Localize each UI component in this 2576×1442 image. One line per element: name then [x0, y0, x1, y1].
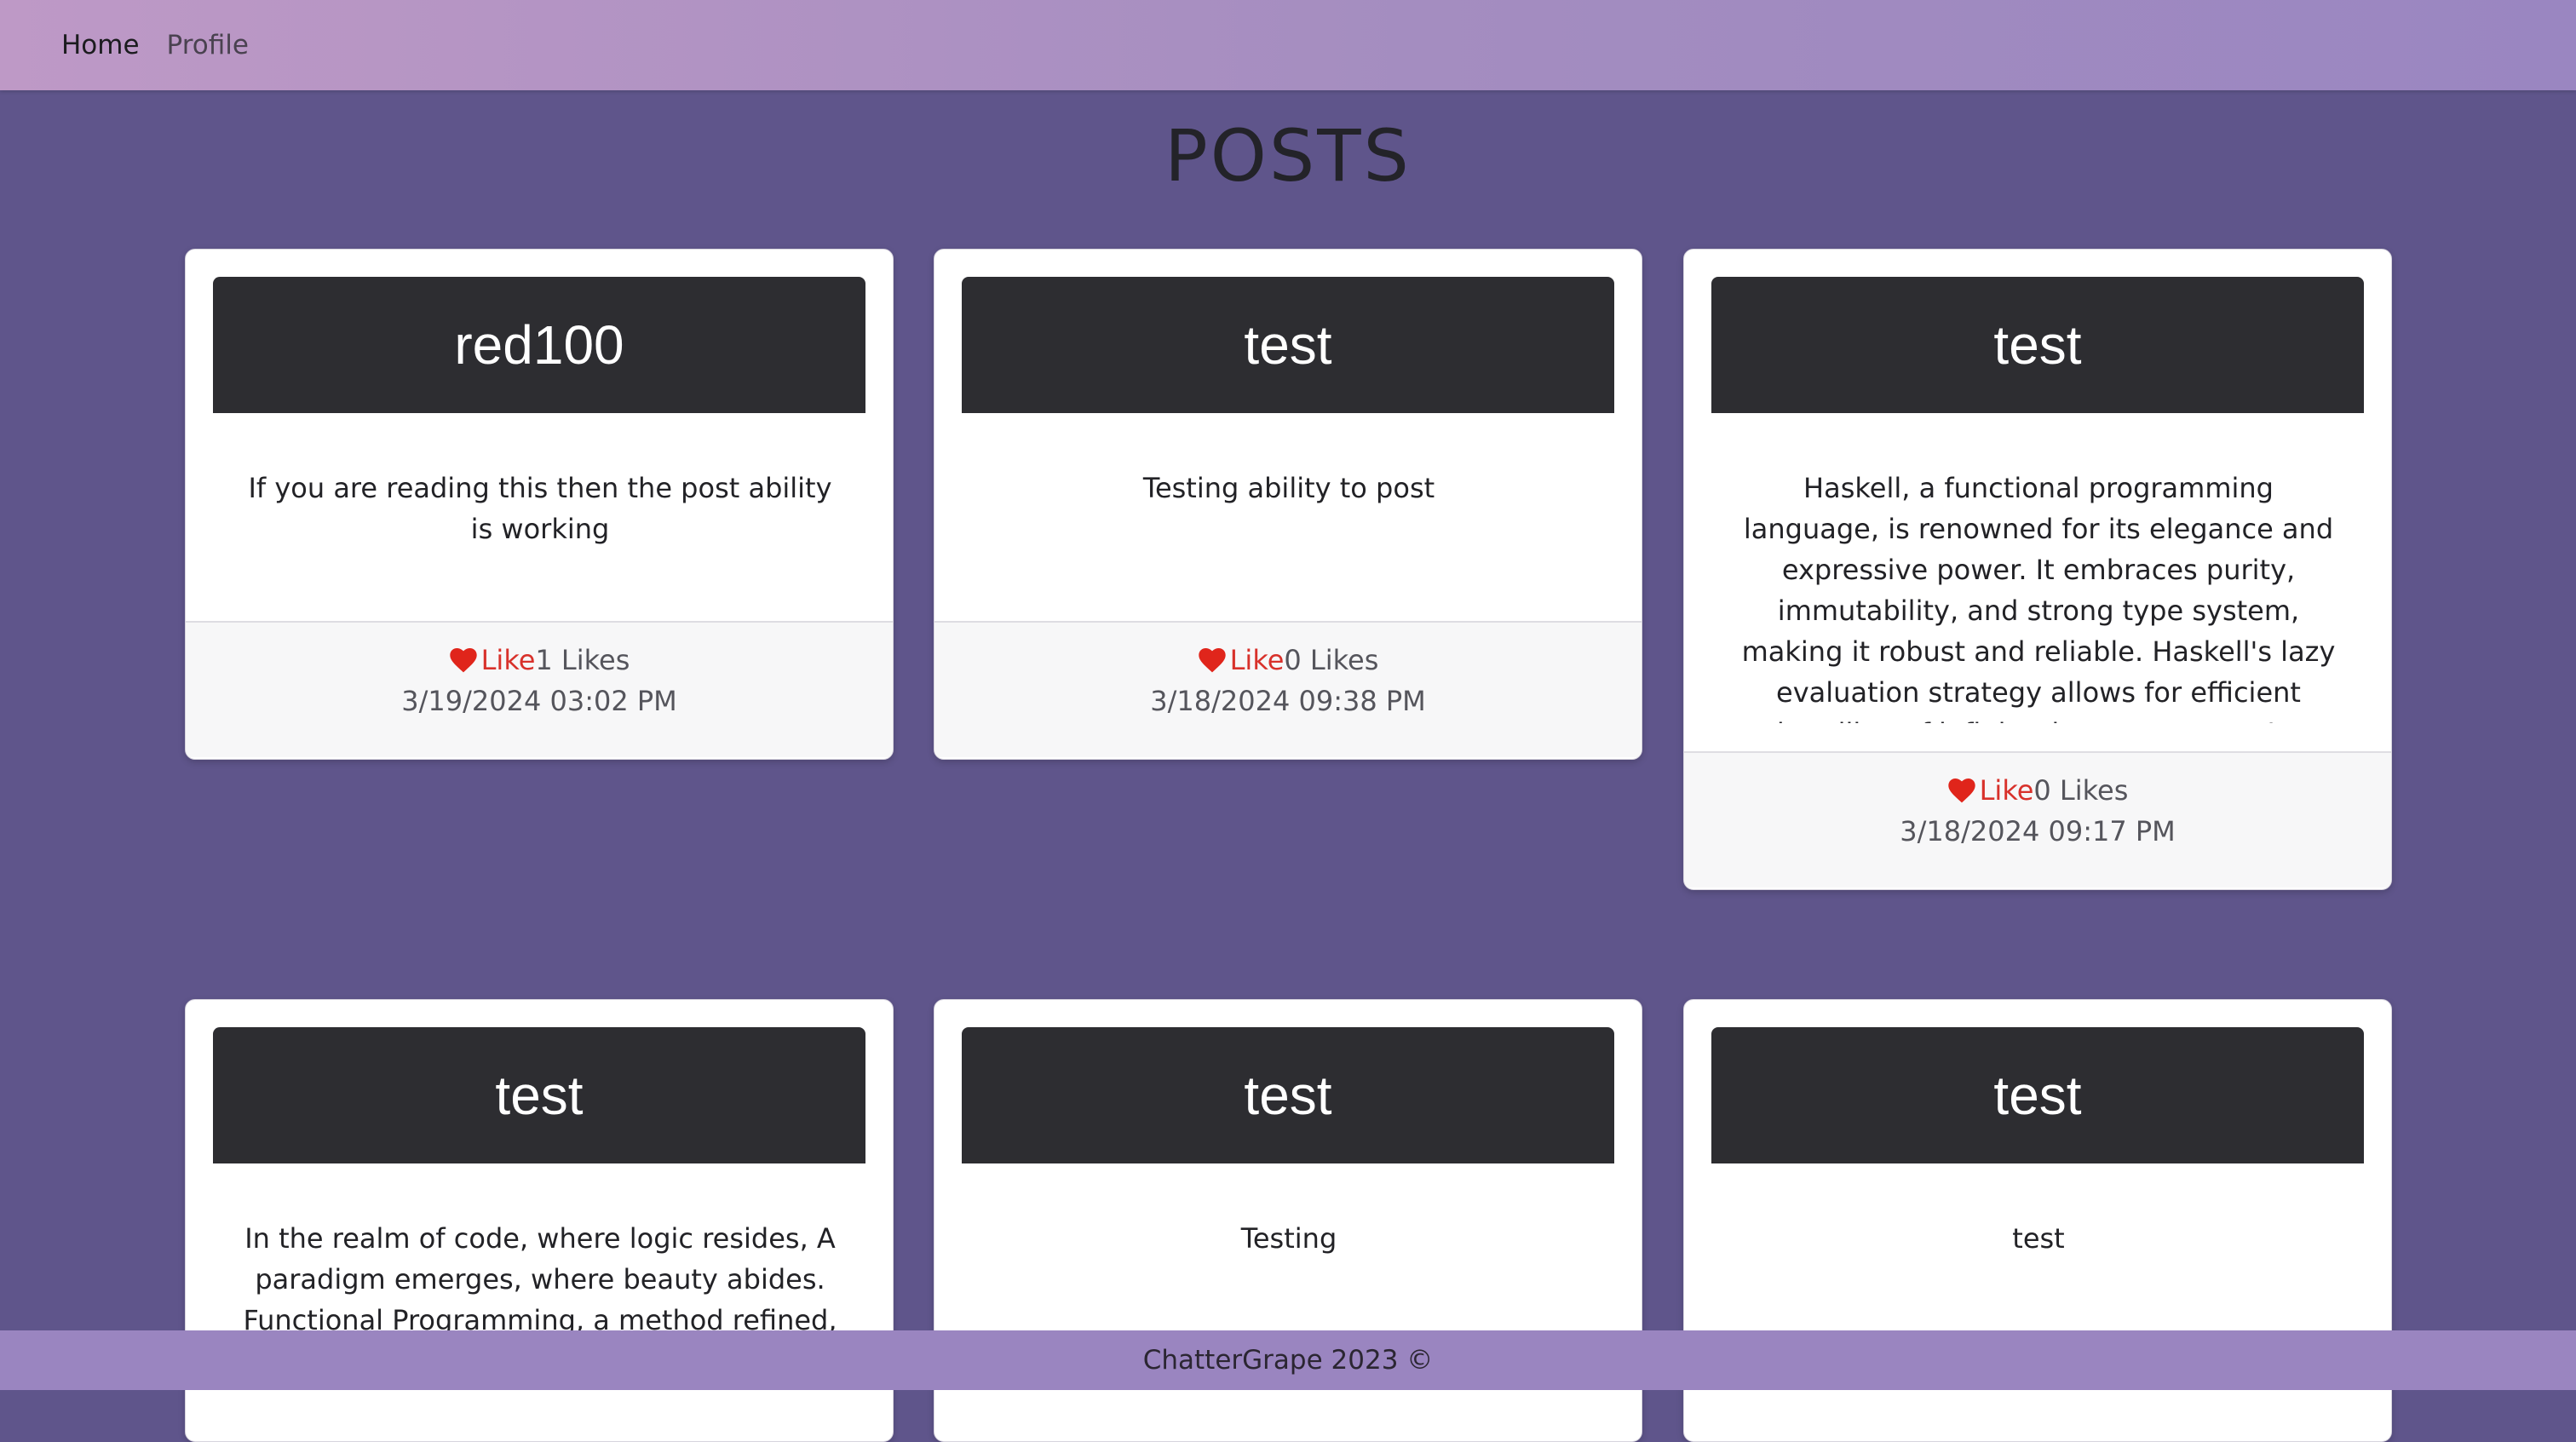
footer-text: ChatterGrape 2023 © [1142, 1345, 1434, 1376]
post-author: test [213, 1027, 865, 1163]
post-body: Haskell, a functional programming langua… [1741, 472, 2336, 723]
page-title: POSTS [1164, 114, 1412, 198]
heart-icon[interactable] [1198, 647, 1227, 673]
post-card: test Testing ability to post Like0 Likes… [934, 249, 1642, 760]
like-count: 0 Likes [2033, 774, 2129, 807]
post-author: test [962, 277, 1614, 413]
like-count: 0 Likes [1284, 644, 1379, 676]
heart-icon[interactable] [449, 647, 478, 673]
page-footer: ChatterGrape 2023 © [0, 1330, 2576, 1390]
like-count: 1 Likes [535, 644, 630, 676]
top-navbar: Home Profile [0, 0, 2576, 90]
post-body: Testing ability to post [1142, 472, 1435, 504]
post-author: test [962, 1027, 1614, 1163]
like-button[interactable]: Like [481, 644, 536, 676]
post-footer: Like0 Likes 3/18/2024 09:17 PM [1684, 751, 2391, 888]
like-button[interactable]: Like [1980, 774, 2034, 807]
nav-profile-link[interactable]: Profile [167, 30, 249, 60]
like-button[interactable]: Like [1230, 644, 1285, 676]
post-body: In the realm of code, where logic reside… [243, 1222, 837, 1336]
post-author: red100 [213, 277, 865, 413]
heart-icon[interactable] [1947, 778, 1976, 803]
post-footer: Like0 Likes 3/18/2024 09:38 PM [934, 621, 1642, 757]
post-card: test Haskell, a functional programming l… [1683, 249, 2392, 890]
post-date: 3/18/2024 09:17 PM [1900, 815, 2176, 847]
post-body: If you are reading this then the post ab… [248, 472, 832, 545]
post-author: test [1711, 277, 2364, 413]
post-body: test [2012, 1222, 2065, 1255]
post-body: Testing [1240, 1222, 1337, 1255]
post-author: test [1711, 1027, 2364, 1163]
nav-home-link[interactable]: Home [61, 30, 140, 60]
post-card: red100 If you are reading this then the … [185, 249, 894, 760]
post-date: 3/18/2024 09:38 PM [1150, 685, 1426, 717]
post-date: 3/19/2024 03:02 PM [401, 685, 677, 717]
post-footer: Like1 Likes 3/19/2024 03:02 PM [186, 621, 893, 757]
